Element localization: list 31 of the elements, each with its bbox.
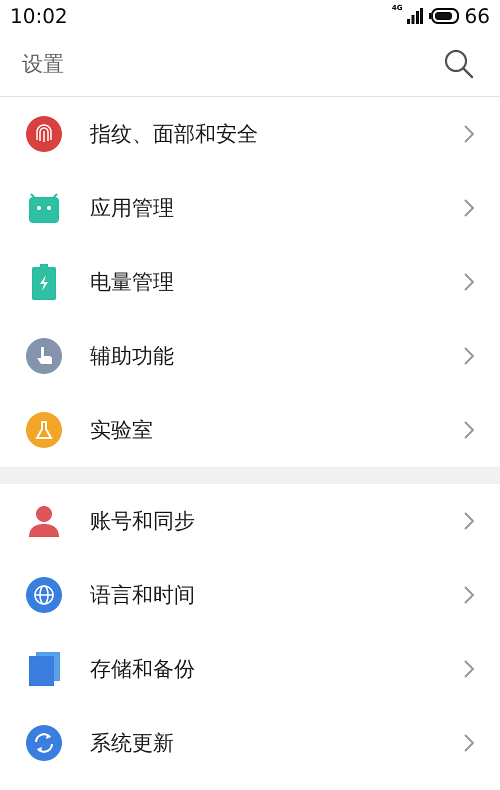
battery-percent: 66 — [464, 4, 490, 28]
fingerprint-icon — [26, 116, 62, 152]
chevron-icon — [464, 199, 474, 217]
status-time: 10:02 — [10, 4, 68, 28]
stacked-squares-icon — [26, 651, 62, 687]
chevron-icon — [464, 125, 474, 143]
globe-icon — [26, 577, 62, 613]
page-title: 设置 — [22, 51, 64, 78]
chevron-icon — [464, 421, 474, 439]
flask-icon — [26, 412, 62, 448]
menu-item[interactable]: 辅助功能 — [90, 342, 464, 370]
chevron-icon — [464, 273, 474, 291]
chevron-icon — [464, 734, 474, 752]
menu-item[interactable]: 系统更新 — [90, 729, 464, 757]
menu-item[interactable]: 账号和同步 — [90, 507, 464, 535]
person-icon — [26, 503, 62, 539]
menu-item[interactable]: 语言和时间 — [90, 581, 464, 609]
menu-item[interactable]: 指纹、面部和安全 — [90, 120, 464, 148]
menu-item[interactable]: 应用管理 — [90, 194, 464, 222]
pointing-hand-icon — [26, 338, 62, 374]
chevron-icon — [464, 586, 474, 604]
battery-icon — [428, 8, 459, 24]
chevron-icon — [464, 347, 474, 365]
search-icon[interactable] — [444, 49, 474, 79]
sync-icon — [26, 725, 62, 761]
menu-item[interactable]: 电量管理 — [90, 268, 464, 296]
signal-icon — [406, 8, 423, 24]
menu-item[interactable]: 存储和备份 — [90, 655, 464, 683]
chevron-icon — [464, 512, 474, 530]
chevron-icon — [464, 660, 474, 678]
menu-item[interactable]: 实验室 — [90, 416, 464, 444]
